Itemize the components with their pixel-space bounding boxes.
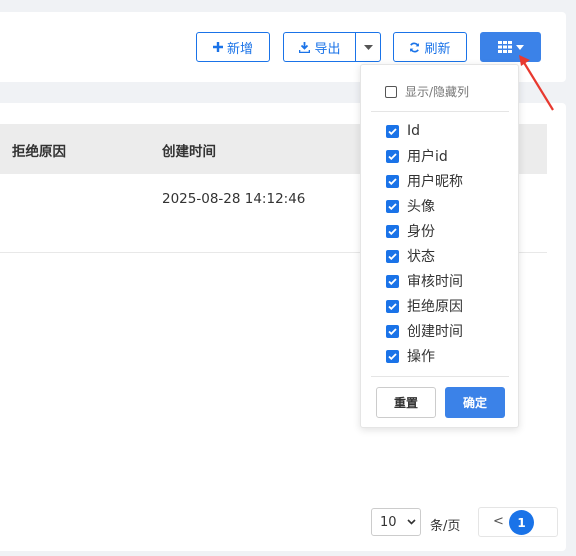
page-size-value: 10	[380, 514, 397, 530]
column-option-label: 用户昵称	[407, 174, 463, 190]
chevron-down-icon	[406, 519, 416, 525]
checkbox-checked[interactable]	[386, 249, 399, 263]
column-option-identity[interactable]: 身份	[386, 221, 435, 241]
checkbox-checked[interactable]	[386, 324, 399, 338]
check-icon	[388, 127, 397, 135]
column-option-user-id[interactable]: 用户id	[386, 146, 448, 166]
check-icon	[388, 352, 397, 360]
grid-icon	[497, 41, 512, 53]
column-option-label: Id	[407, 123, 421, 139]
checkbox-checked[interactable]	[386, 149, 399, 163]
check-icon	[388, 302, 397, 310]
checkbox-checked[interactable]	[386, 274, 399, 288]
divider	[371, 376, 509, 377]
download-icon	[299, 41, 311, 53]
check-icon	[388, 202, 397, 210]
column-option-label: 头像	[407, 199, 435, 215]
export-button[interactable]: 导出	[283, 32, 356, 62]
add-button-label: 新增	[226, 41, 253, 57]
column-option-label: 创建时间	[407, 324, 463, 340]
caret-down-icon	[515, 44, 524, 50]
check-icon	[388, 227, 397, 235]
column-option-label: 身份	[407, 224, 435, 240]
prev-page-button[interactable]: <	[493, 514, 504, 529]
check-icon	[388, 327, 397, 335]
column-option-label: 状态	[407, 249, 435, 265]
column-option-review-time[interactable]: 审核时间	[386, 271, 463, 291]
checkbox-checked[interactable]	[386, 349, 399, 363]
check-icon	[388, 152, 397, 160]
column-option-avatar[interactable]: 头像	[386, 196, 435, 216]
column-header-reject-reason[interactable]: 拒绝原因	[12, 140, 66, 160]
column-option-label: 操作	[407, 349, 435, 365]
divider	[371, 111, 509, 112]
export-button-label: 导出	[314, 41, 341, 57]
annotation-arrow	[519, 55, 554, 111]
page-size-select[interactable]: 10	[371, 508, 421, 536]
current-page-button[interactable]: 1	[509, 510, 534, 535]
caret-down-icon	[363, 44, 373, 50]
checkbox-checked[interactable]	[386, 299, 399, 313]
column-visibility-popup: 显示/隐藏列 Id 用户id 用户昵称 头像 身份 状态 审核时间 拒绝原因 创…	[360, 64, 519, 428]
check-icon	[388, 252, 397, 260]
table-cell-created-time: 2025-08-28 14:12:46	[162, 191, 306, 207]
toggle-all-label: 显示/隐藏列	[405, 85, 470, 99]
confirm-button[interactable]: 确定	[445, 387, 505, 418]
column-option-id[interactable]: Id	[386, 121, 420, 141]
refresh-icon	[410, 42, 420, 52]
refresh-button[interactable]: 刷新	[393, 32, 467, 62]
per-page-label: 条/页	[430, 519, 461, 534]
column-option-nickname[interactable]: 用户昵称	[386, 171, 463, 191]
column-option-reject-reason[interactable]: 拒绝原因	[386, 296, 463, 316]
column-option-actions[interactable]: 操作	[386, 346, 435, 366]
column-option-created-time[interactable]: 创建时间	[386, 321, 463, 341]
add-button[interactable]: 新增	[196, 32, 270, 62]
checkbox-checked[interactable]	[386, 224, 399, 238]
toggle-all-checkbox[interactable]	[385, 85, 397, 98]
reset-button[interactable]: 重置	[376, 387, 436, 418]
refresh-button-label: 刷新	[424, 41, 451, 57]
checkbox-checked[interactable]	[386, 124, 399, 138]
column-option-label: 用户id	[407, 149, 448, 165]
column-option-label: 审核时间	[407, 274, 463, 290]
checkbox-checked[interactable]	[386, 174, 399, 188]
toggle-all-columns[interactable]: 显示/隐藏列	[385, 83, 469, 100]
column-option-label: 拒绝原因	[407, 299, 463, 315]
column-header-created-time[interactable]: 创建时间	[162, 140, 216, 160]
export-dropdown-button[interactable]	[355, 32, 381, 62]
check-icon	[388, 277, 397, 285]
plus-icon	[212, 42, 223, 52]
pagination: < 1	[478, 507, 558, 537]
check-icon	[388, 177, 397, 185]
column-option-status[interactable]: 状态	[386, 246, 435, 266]
checkbox-checked[interactable]	[386, 199, 399, 213]
